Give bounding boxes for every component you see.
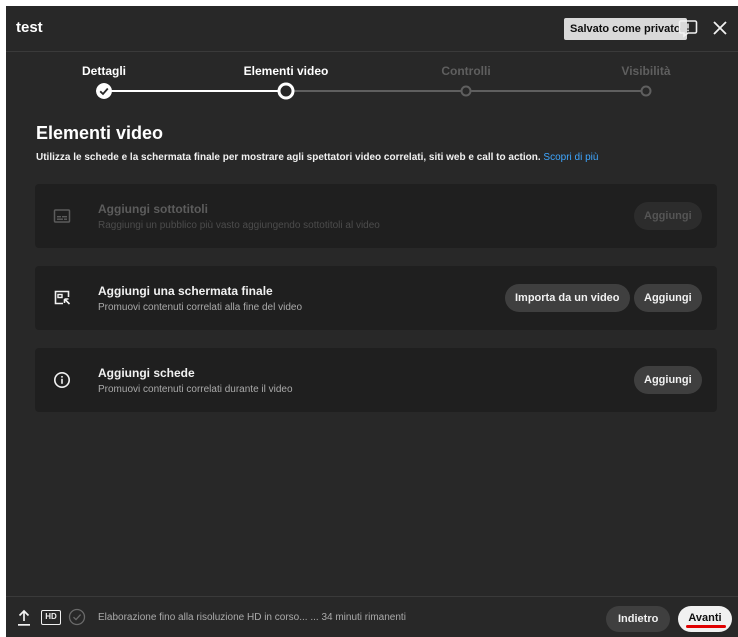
- hd-icon: HD: [41, 610, 61, 625]
- subtitles-title: Aggiungi sottotitoli: [98, 202, 208, 216]
- import-from-video-button[interactable]: Importa da un video: [505, 284, 630, 312]
- section-description: Utilizza le schede e la schermata finale…: [36, 152, 598, 163]
- step-checks-label: Controlli: [441, 64, 491, 78]
- dialog-header: test Salvato come privato: [6, 6, 738, 52]
- section-title: Elementi video: [36, 123, 164, 143]
- learn-more-link[interactable]: Scopri di più: [543, 152, 598, 163]
- next-underline-annotation: [686, 625, 726, 628]
- step-video-elements-current-icon[interactable]: [277, 82, 295, 100]
- check-circle-icon: [68, 608, 86, 626]
- subtitles-icon: [53, 209, 71, 223]
- add-end-screen-button[interactable]: Aggiungi: [634, 284, 702, 312]
- progress-stepper: Dettagli Elementi video Controlli Visibi…: [6, 52, 738, 112]
- subtitles-card: Aggiungi sottotitoli Raggiungi un pubbli…: [35, 184, 717, 248]
- video-title: test: [16, 19, 43, 36]
- step-details-check-icon[interactable]: [96, 83, 112, 99]
- section-description-text: Utilizza le schede e la schermata finale…: [36, 152, 541, 163]
- step-details-label[interactable]: Dettagli: [82, 64, 126, 78]
- upload-icon: [18, 609, 30, 626]
- dialog-footer: HD Elaborazione fino alla risoluzione HD…: [6, 596, 738, 637]
- info-cards-subtitle: Promuovi contenuti correlati durante il …: [98, 384, 293, 395]
- add-subtitles-button: Aggiungi: [634, 202, 702, 230]
- end-screen-icon: [54, 290, 71, 305]
- end-screen-subtitle: Promuovi contenuti correlati alla fine d…: [98, 302, 302, 313]
- end-screen-card: Aggiungi una schermata finale Promuovi c…: [35, 266, 717, 330]
- processing-status: Elaborazione fino alla risoluzione HD in…: [98, 612, 406, 623]
- info-icon: [54, 372, 70, 388]
- close-icon[interactable]: [708, 16, 732, 40]
- next-button[interactable]: Avanti: [678, 606, 732, 632]
- back-button[interactable]: Indietro: [606, 606, 671, 632]
- next-button-label: Avanti: [688, 612, 722, 624]
- end-screen-title: Aggiungi una schermata finale: [98, 284, 273, 298]
- feedback-icon[interactable]: [676, 16, 700, 40]
- info-cards-title: Aggiungi schede: [98, 366, 195, 380]
- upload-dialog: test Salvato come privato Dettagli Eleme…: [6, 6, 738, 637]
- add-info-cards-button[interactable]: Aggiungi: [634, 366, 702, 394]
- step-video-elements-label[interactable]: Elementi video: [244, 64, 329, 78]
- subtitles-subtitle: Raggiungi un pubblico più vasto aggiunge…: [98, 220, 380, 231]
- saved-private-badge: Salvato come privato: [564, 18, 687, 40]
- step-visibility-dot-icon: [640, 85, 652, 97]
- step-visibility-label: Visibilità: [621, 64, 671, 78]
- step-checks-dot-icon: [460, 85, 472, 97]
- info-cards-card: Aggiungi schede Promuovi contenuti corre…: [35, 348, 717, 412]
- hd-icon-label: HD: [45, 612, 57, 621]
- step-line-done: [102, 90, 286, 92]
